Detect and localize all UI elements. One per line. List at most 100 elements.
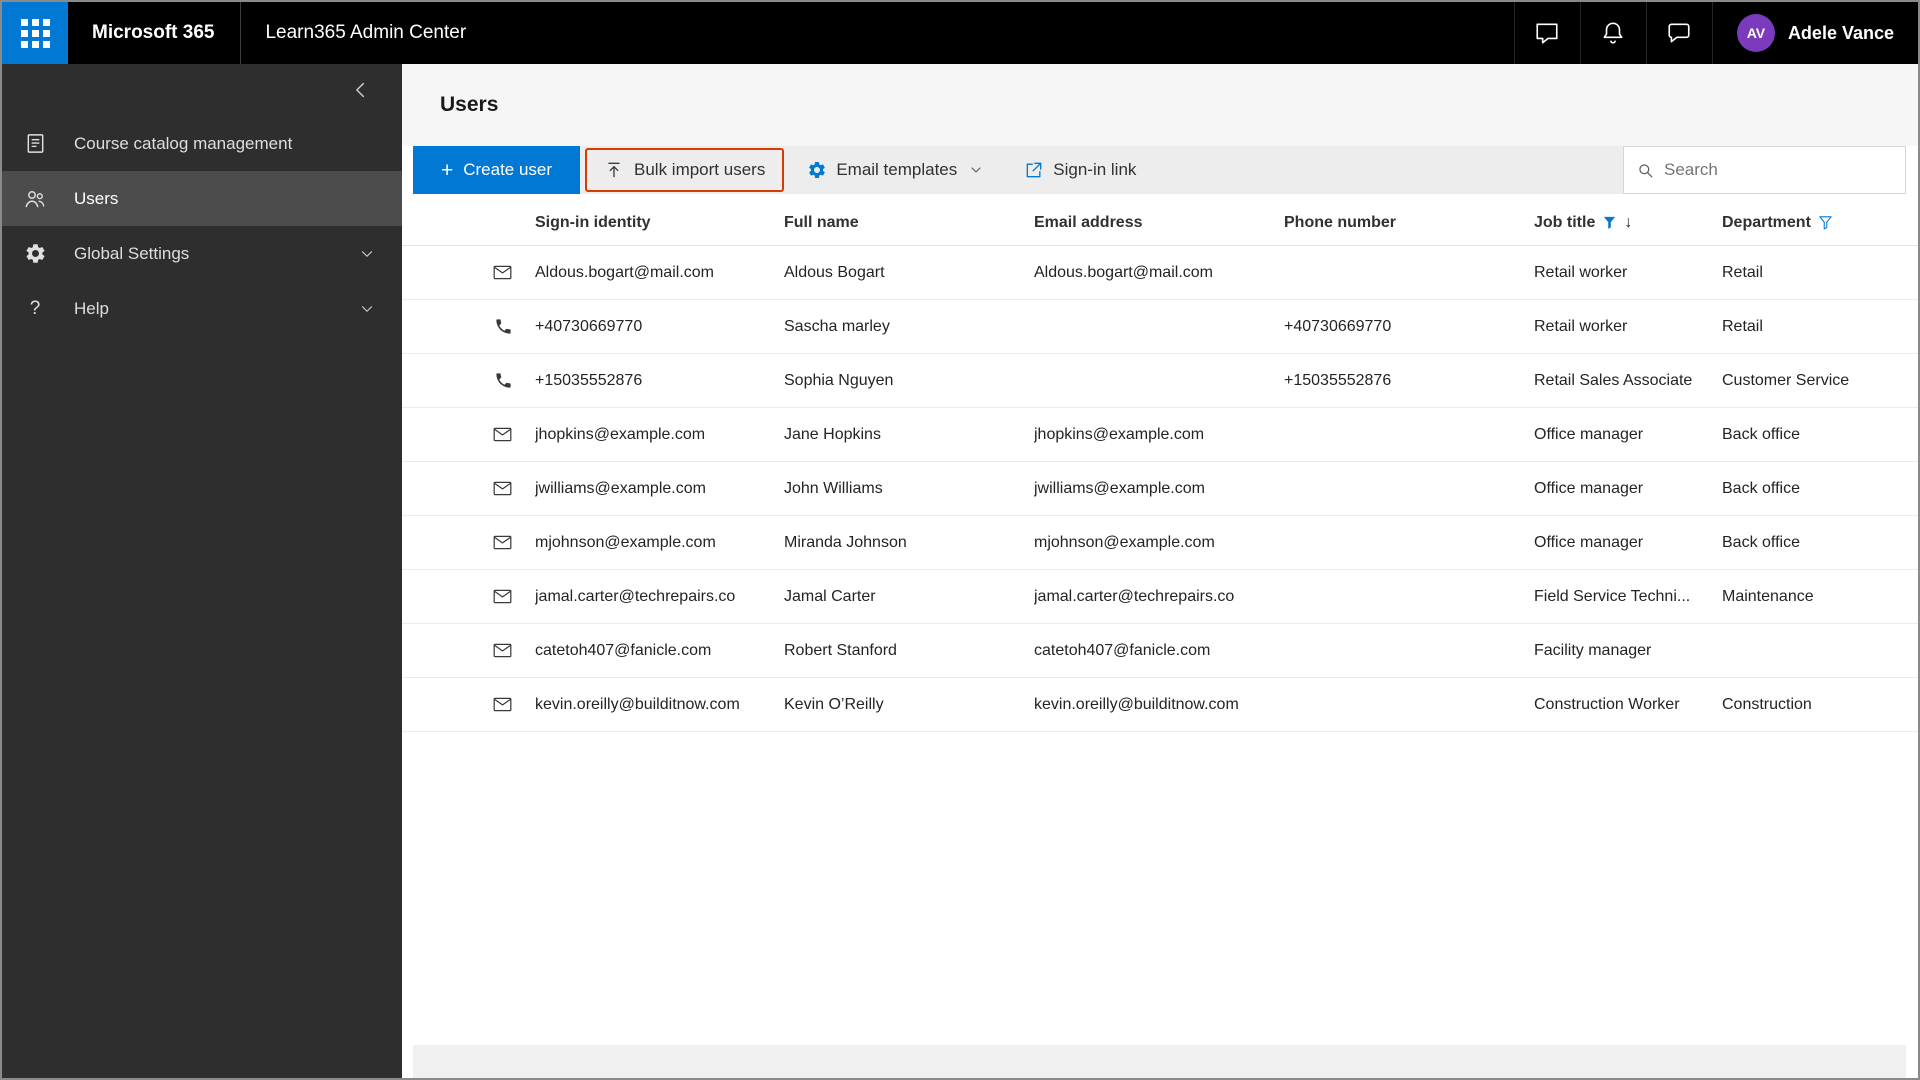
department-cell: Back office xyxy=(1722,533,1800,551)
sidebar-nav: Course catalog management Users Global S… xyxy=(2,116,402,336)
job-title-cell: Retail worker xyxy=(1534,317,1628,335)
department-cell: Retail xyxy=(1722,263,1763,281)
sidebar-item-label: Help xyxy=(74,298,109,318)
header-signin-identity[interactable]: Sign-in identity xyxy=(535,214,784,232)
help-icon: ? xyxy=(29,297,41,319)
top-bar: Microsoft 365 Learn365 Admin Center AV A… xyxy=(2,2,1918,64)
notifications-icon-button[interactable] xyxy=(1579,2,1646,64)
table-row[interactable]: Aldous.bogart@mail.com Aldous Bogart Aldou… xyxy=(402,246,1918,300)
signin-identity-cell: +15035552876 xyxy=(535,371,643,389)
email-address-cell: catetoh407@fanicle.com xyxy=(1034,641,1211,659)
feedback-icon xyxy=(1666,20,1692,46)
share-icon xyxy=(1024,160,1044,180)
signin-identity-cell: +40730669770 xyxy=(535,317,643,335)
table-row[interactable]: +15035552876 Sophia Nguyen +15035552876 Ret… xyxy=(402,354,1918,408)
table-row[interactable]: mjohnson@example.com Miranda Johnson mjohn… xyxy=(402,516,1918,570)
app-title: Learn365 Admin Center xyxy=(265,22,467,43)
search-box xyxy=(1623,146,1906,194)
account-name: Adele Vance xyxy=(1787,22,1894,43)
search-input[interactable] xyxy=(1664,160,1893,180)
sort-descending-icon: ↓ xyxy=(1624,213,1633,231)
job-title-cell: Retail Sales Associate xyxy=(1534,371,1693,389)
full-name-cell: Miranda Johnson xyxy=(784,533,907,551)
bell-icon xyxy=(1600,20,1626,46)
header-email-address[interactable]: Email address xyxy=(1034,214,1284,232)
topbar-divider xyxy=(240,2,242,64)
sidebar-item-course-catalog[interactable]: Course catalog management xyxy=(2,116,402,171)
mail-icon xyxy=(402,424,535,445)
chevron-left-icon xyxy=(350,79,372,101)
table-row[interactable]: kevin.oreilly@builditnow.com Kevin O’Reil… xyxy=(402,678,1918,732)
table-row[interactable]: jhopkins@example.com Jane Hopkins jhopkins… xyxy=(402,408,1918,462)
mail-icon xyxy=(402,694,535,715)
people-icon xyxy=(22,187,48,211)
table-row[interactable]: jwilliams@example.com John Williams jwilli… xyxy=(402,462,1918,516)
bulk-import-label: Bulk import users xyxy=(634,160,766,179)
signin-link-button[interactable]: Sign-in link xyxy=(1007,146,1153,194)
email-templates-label: Email templates xyxy=(836,160,958,179)
signin-identity-cell: mjohnson@example.com xyxy=(535,533,716,551)
horizontal-scrollbar[interactable] xyxy=(413,1045,1906,1078)
bulk-import-users-button[interactable]: Bulk import users xyxy=(585,148,785,192)
department-cell: Construction xyxy=(1722,695,1812,713)
full-name-cell: Jamal Carter xyxy=(784,587,876,605)
chat-icon-button[interactable] xyxy=(1513,2,1580,64)
signin-identity-cell: jhopkins@example.com xyxy=(535,425,706,443)
sidebar-item-label: Global Settings xyxy=(74,243,190,263)
full-name-cell: Robert Stanford xyxy=(784,641,897,659)
catalog-icon xyxy=(22,132,48,155)
filter-filled-icon xyxy=(1601,214,1618,231)
email-address-cell: jhopkins@example.com xyxy=(1034,425,1205,443)
email-address-cell: kevin.oreilly@builditnow.com xyxy=(1034,695,1239,713)
sidebar-item-help[interactable]: ? Help xyxy=(2,281,402,336)
main-content: Users + Create user Bulk import users Em… xyxy=(402,64,1918,1078)
avatar: AV xyxy=(1736,14,1775,52)
table-body: Aldous.bogart@mail.com Aldous Bogart Aldou… xyxy=(402,246,1918,732)
account-button[interactable]: AV Adele Vance xyxy=(1711,2,1918,64)
header-department-label: Department xyxy=(1722,213,1811,231)
job-title-cell: Office manager xyxy=(1534,479,1644,497)
phone-icon xyxy=(402,371,535,390)
full-name-cell: Kevin O’Reilly xyxy=(784,695,884,713)
sidebar-collapse-button[interactable] xyxy=(2,64,402,116)
screen: Microsoft 365 Learn365 Admin Center AV A… xyxy=(0,0,1920,1080)
department-cell: Retail xyxy=(1722,317,1763,335)
phone-number-cell: +15035552876 xyxy=(1284,371,1392,389)
email-address-cell: Aldous.bogart@mail.com xyxy=(1034,263,1213,281)
chat-icon xyxy=(1534,20,1560,46)
topbar-actions: AV Adele Vance xyxy=(1513,2,1918,64)
signin-identity-cell: Aldous.bogart@mail.com xyxy=(535,263,714,281)
signin-identity-cell: jwilliams@example.com xyxy=(535,479,706,497)
department-cell: Back office xyxy=(1722,425,1800,443)
create-user-button[interactable]: + Create user xyxy=(413,146,580,194)
table-row[interactable]: catetoh407@fanicle.com Robert Stanford cat… xyxy=(402,624,1918,678)
signin-identity-cell: catetoh407@fanicle.com xyxy=(535,641,712,659)
app-launcher-button[interactable] xyxy=(2,2,68,64)
department-cell: Maintenance xyxy=(1722,587,1814,605)
page-title: Users xyxy=(440,93,499,116)
sidebar-item-users[interactable]: Users xyxy=(2,171,402,226)
table-row[interactable]: jamal.carter@techrepairs.co Jamal Carter j… xyxy=(402,570,1918,624)
header-department[interactable]: Department xyxy=(1722,214,1918,232)
header-job-title[interactable]: Job title ↓ xyxy=(1534,214,1722,232)
page-header: Users xyxy=(402,64,1918,146)
waffle-icon xyxy=(20,18,50,48)
table-header-row: Sign-in identity Full name Email address… xyxy=(402,200,1918,246)
job-title-cell: Construction Worker xyxy=(1534,695,1680,713)
email-address-cell: mjohnson@example.com xyxy=(1034,533,1215,551)
mail-icon xyxy=(402,478,535,499)
email-address-cell: jwilliams@example.com xyxy=(1034,479,1205,497)
table-row[interactable]: +40730669770 Sascha marley +40730669770 Ret… xyxy=(402,300,1918,354)
sidebar-item-global-settings[interactable]: Global Settings xyxy=(2,226,402,281)
header-full-name[interactable]: Full name xyxy=(784,214,1034,232)
job-title-cell: Office manager xyxy=(1534,425,1644,443)
product-name: Microsoft 365 xyxy=(92,22,215,43)
filter-outline-icon xyxy=(1817,214,1834,231)
feedback-icon-button[interactable] xyxy=(1645,2,1712,64)
email-templates-button[interactable]: Email templates xyxy=(790,146,1001,194)
header-phone-number[interactable]: Phone number xyxy=(1284,214,1534,232)
mail-icon xyxy=(402,262,535,283)
full-name-cell: Sascha marley xyxy=(784,317,890,335)
signin-link-label: Sign-in link xyxy=(1053,160,1137,179)
chevron-down-icon xyxy=(968,162,984,178)
